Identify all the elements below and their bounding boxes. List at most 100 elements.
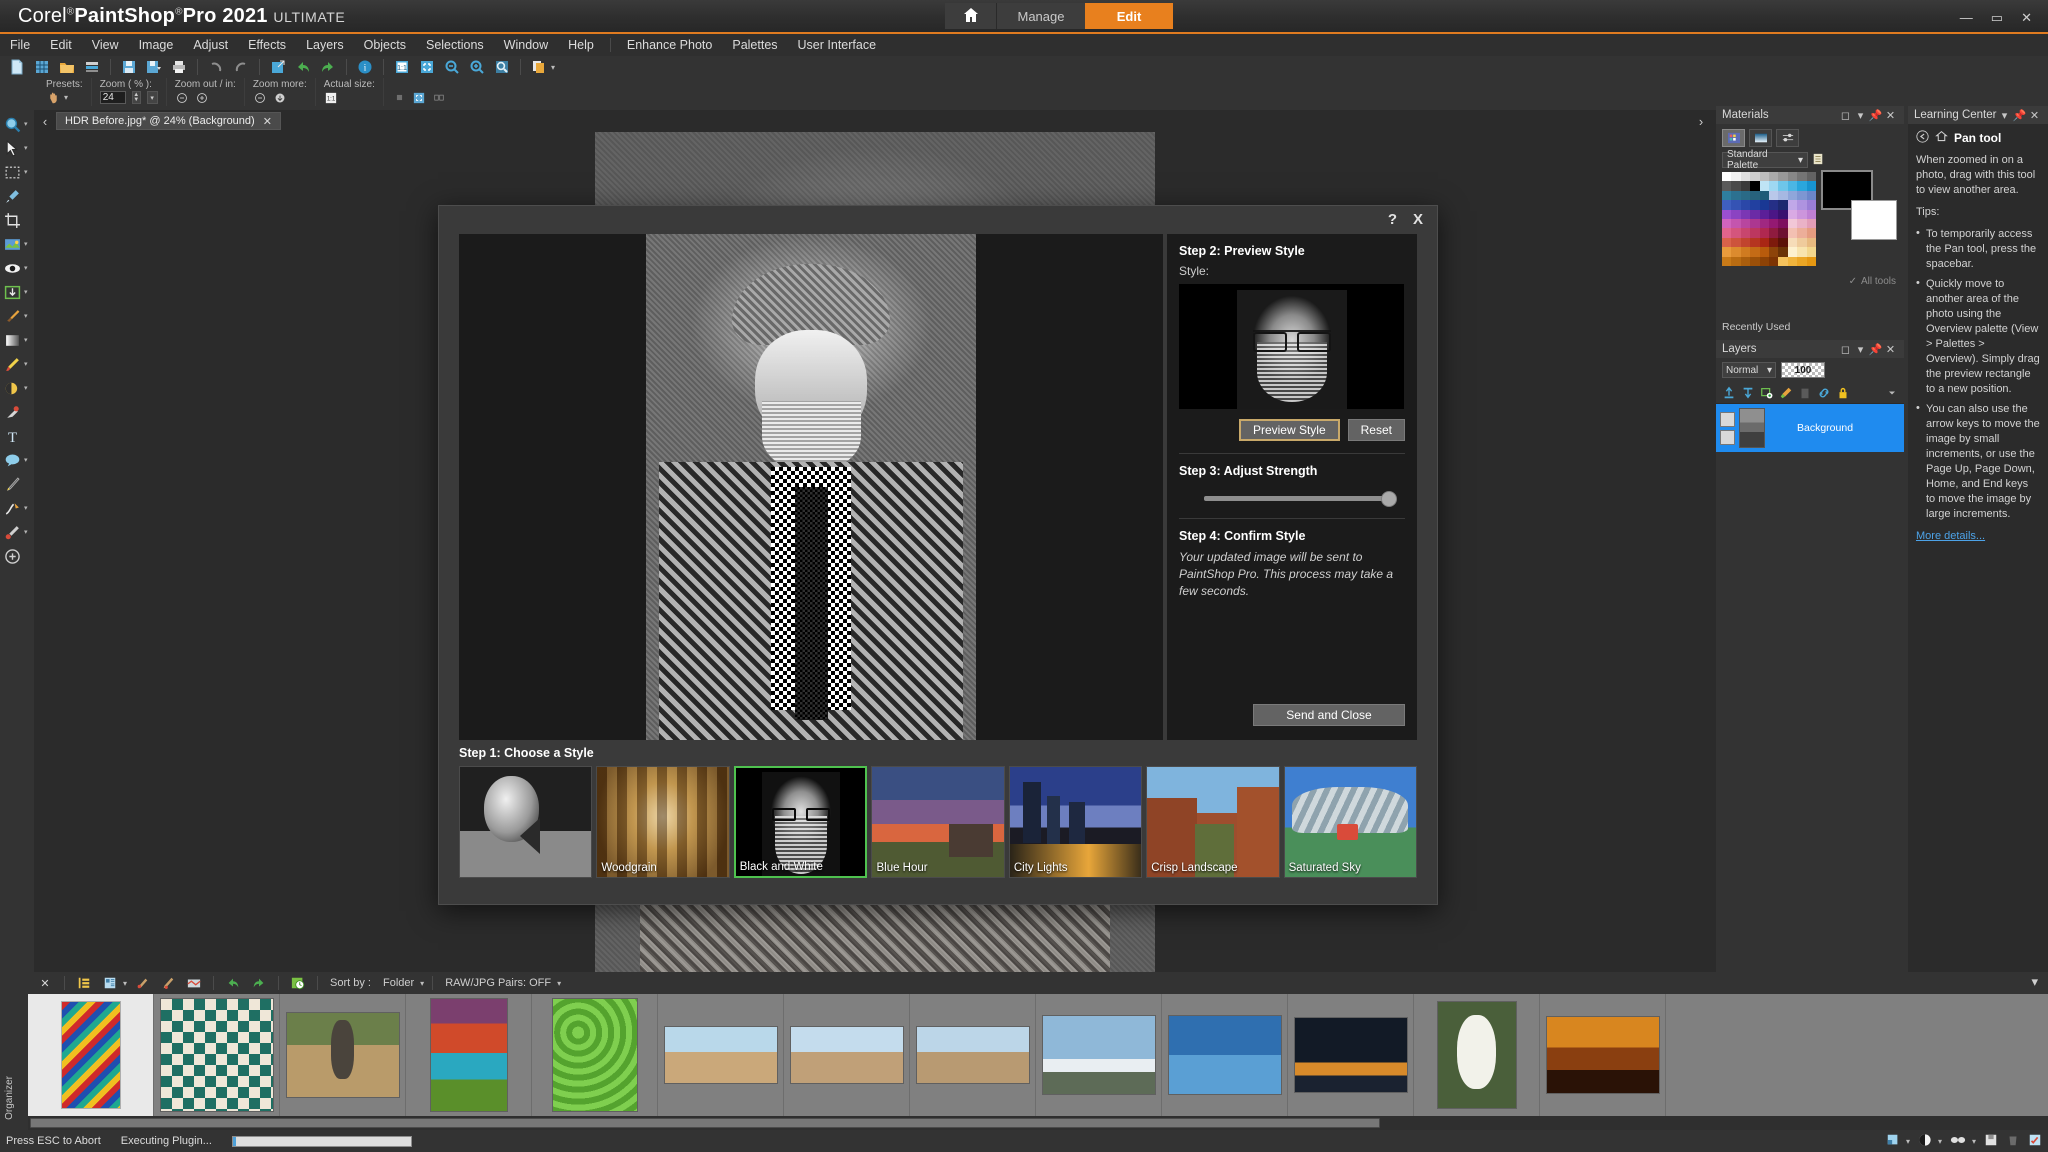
tool-picture-tube[interactable] [0,400,34,424]
color-swatch[interactable] [1797,219,1806,228]
chevron-down-icon[interactable]: ▾ [1853,109,1868,122]
color-swatch[interactable] [1750,228,1759,237]
raw-jpg-pairs-label[interactable]: RAW/JPG Pairs: OFF [441,977,555,989]
dialog-close-button[interactable]: X [1413,211,1423,228]
color-swatch[interactable] [1778,238,1787,247]
new-raster-layer-icon[interactable] [1720,384,1737,401]
color-swatch[interactable] [1788,191,1797,200]
mask-caret[interactable]: ▾ [1938,1137,1942,1146]
color-swatch[interactable] [1769,228,1778,237]
color-swatch[interactable] [1741,257,1750,266]
tool-clone-caret[interactable]: ▾ [24,528,28,536]
duplicate-icon[interactable] [528,57,550,77]
preview-icon[interactable] [491,57,513,77]
save-icon[interactable] [118,57,140,77]
color-swatch[interactable] [1797,172,1806,181]
actual-size-small-icon[interactable]: 1:1 [324,91,339,104]
all-tools-checkbox[interactable]: ✓ All tools [1849,276,1896,287]
zoom-in-small-icon[interactable] [195,91,210,104]
color-swatch[interactable] [1731,181,1740,190]
color-swatch[interactable] [1807,200,1816,209]
color-swatch[interactable] [1807,238,1816,247]
tab-manage[interactable]: Manage [997,3,1085,29]
color-swatch[interactable] [1741,219,1750,228]
color-swatch[interactable] [1788,172,1797,181]
document-tab-close-icon[interactable]: ✕ [263,115,272,128]
color-swatch[interactable] [1722,172,1731,181]
menu-item-image[interactable]: Image [129,34,184,56]
blend-mode-select[interactable]: Normal ▾ [1722,362,1776,378]
color-swatch[interactable] [1807,210,1816,219]
lock-icon[interactable] [1834,384,1851,401]
browse-icon[interactable] [81,57,103,77]
color-swatch[interactable] [1807,191,1816,200]
reset-button[interactable]: Reset [1348,419,1405,441]
filmstrip-thumbnail[interactable] [154,994,280,1116]
time-icon[interactable] [287,974,309,992]
color-swatch[interactable] [1722,219,1731,228]
color-swatch[interactable] [1741,247,1750,256]
tool-makeover-caret[interactable]: ▾ [24,240,28,248]
tool-gradient[interactable]: ▾ [0,328,34,352]
color-swatch[interactable] [1788,228,1797,237]
color-swatch[interactable] [1797,210,1806,219]
tool-paint-brush[interactable]: ▾ [0,304,34,328]
tool-selection[interactable]: ▾ [0,160,34,184]
tool-eraser[interactable]: ▾ [0,352,34,376]
raster-caret[interactable]: ▾ [1906,1137,1910,1146]
color-swatch[interactable] [1797,228,1806,237]
color-swatch[interactable] [1731,247,1740,256]
zoom-input[interactable] [100,91,126,104]
tool-eraser-caret[interactable]: ▾ [24,360,28,368]
color-swatch[interactable] [1731,200,1740,209]
raw-jpg-caret[interactable]: ▾ [557,979,561,988]
map-icon[interactable] [183,974,205,992]
color-swatch[interactable] [1722,238,1731,247]
new-image-icon[interactable] [6,57,28,77]
tag-icon[interactable] [157,974,179,992]
color-swatch[interactable] [1722,257,1731,266]
color-swatch[interactable] [1797,200,1806,209]
color-swatch[interactable] [1741,210,1750,219]
color-swatch[interactable] [1760,238,1769,247]
zoom-dropdown[interactable]: ▾ [147,91,158,104]
color-swatch[interactable] [1797,257,1806,266]
more-details-link[interactable]: More details... [1916,530,1985,542]
style-thumbnail-saturated-sky[interactable]: Saturated Sky [1284,766,1417,878]
dialog-help-button[interactable]: ? [1388,211,1397,228]
color-swatch[interactable] [1741,228,1750,237]
color-swatch[interactable] [1750,257,1759,266]
maximize-button[interactable]: ▭ [1991,11,2003,24]
rating-icon[interactable] [131,974,153,992]
new-from-template-icon[interactable] [31,57,53,77]
color-swatch[interactable] [1788,238,1797,247]
color-swatch[interactable] [1750,210,1759,219]
filmstrip-thumbnail[interactable] [1162,994,1288,1116]
filmstrip-thumbnail[interactable] [910,994,1036,1116]
color-swatch[interactable] [1778,191,1787,200]
tool-warp-brush[interactable]: ▾ [0,496,34,520]
tool-flood-fill[interactable]: ▾ [0,376,34,400]
color-swatch[interactable] [1778,247,1787,256]
tool-paint-brush-caret[interactable]: ▾ [24,312,28,320]
filmstrip-thumbnail[interactable] [1288,994,1414,1116]
layer-mask-toggle-icon[interactable] [1720,430,1735,445]
undo-icon[interactable] [292,57,314,77]
close-icon[interactable]: ✕ [1883,109,1898,122]
color-swatch[interactable] [1769,172,1778,181]
color-swatch[interactable] [1807,219,1816,228]
grid-toggle-icon[interactable] [392,91,407,104]
filmstrip-thumbnail[interactable] [658,994,784,1116]
rotate-left-icon[interactable] [222,974,244,992]
color-swatch[interactable] [1722,181,1731,190]
color-swatch[interactable] [1760,172,1769,181]
preview-style-button[interactable]: Preview Style [1239,419,1340,441]
color-swatch[interactable] [1769,238,1778,247]
gradient-tab-icon[interactable] [1749,129,1772,147]
filmstrip-thumbnail[interactable] [532,994,658,1116]
color-swatch[interactable] [1741,172,1750,181]
color-swatch[interactable] [1769,219,1778,228]
home-button[interactable] [945,3,997,29]
menu-item-edit[interactable]: Edit [40,34,82,56]
color-swatch[interactable] [1731,257,1740,266]
